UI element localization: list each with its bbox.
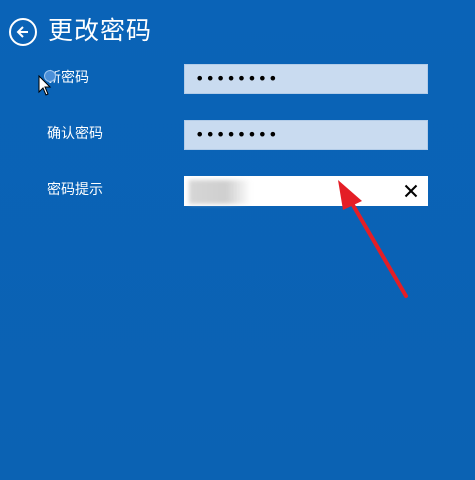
mouse-pointer-icon [38,75,52,96]
password-hint-label: 密码提示 [47,182,103,198]
page-title: 更改密码 [48,16,153,45]
change-password-screen: 更改密码 新密码 •••••••• 确认密码 •••••••• 密码提示 [0,0,475,480]
new-password-masked-value: •••••••• [195,69,279,88]
arrow-left-icon [16,26,28,38]
confirm-password-masked-value: •••••••• [195,125,279,144]
password-hint-field[interactable] [184,176,428,206]
back-button[interactable] [9,18,37,46]
password-hint-blurred-value [189,180,251,204]
confirm-password-field[interactable]: •••••••• [184,120,428,150]
new-password-field[interactable]: •••••••• [184,64,428,94]
close-icon [404,184,418,198]
confirm-password-label: 确认密码 [47,126,103,142]
clear-hint-button[interactable] [401,181,421,201]
